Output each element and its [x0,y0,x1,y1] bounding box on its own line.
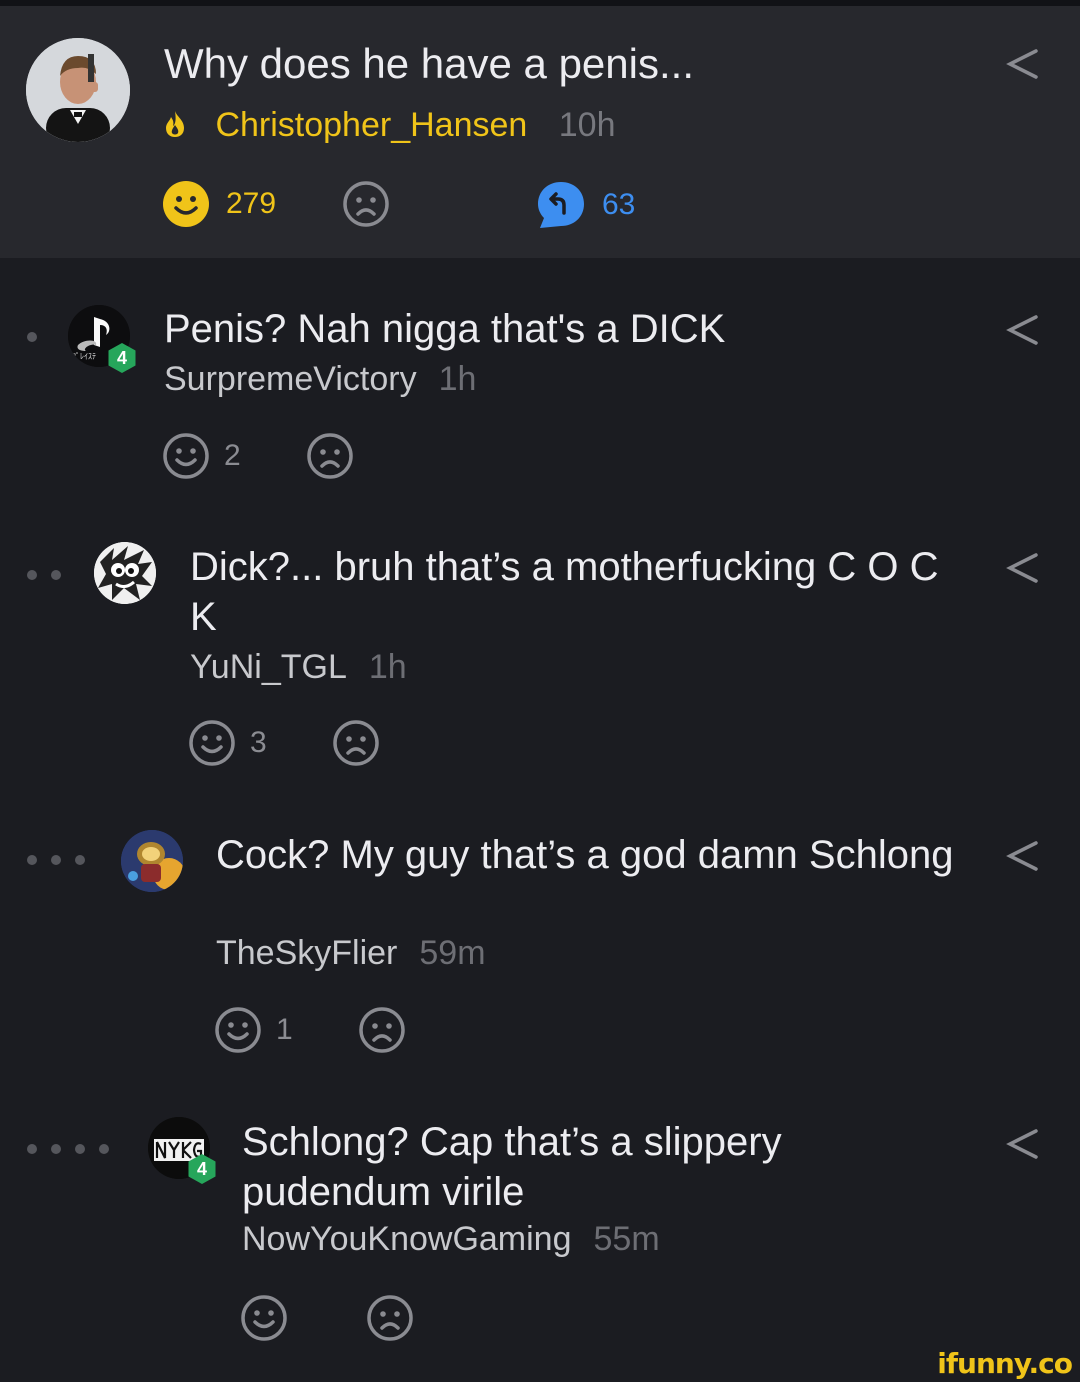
reply-button[interactable]: 63 [536,180,635,230]
comment-username[interactable]: NowYouKnowGaming [242,1220,572,1258]
smile-count: 2 [224,439,241,472]
smile-icon [241,1295,287,1341]
unsmile-icon [343,181,389,227]
post-author-line: Christopher_Hansen 10h [162,106,615,145]
post-time: 10h [558,106,616,144]
smile-icon [163,181,209,227]
share-icon[interactable] [1005,838,1041,874]
smile-button[interactable]: 1 [214,1006,293,1054]
unsmile-icon [359,1007,405,1053]
reply-bubble-icon [538,182,584,228]
thread-depth-dots [27,570,61,580]
smile-button[interactable] [240,1294,288,1342]
comment-username[interactable]: YuNi_TGL [190,648,347,686]
comment-2: Dick?... bruh that’s a motherfucking C O… [0,530,1080,790]
share-icon[interactable] [1005,1126,1041,1162]
smile-icon [215,1007,261,1053]
smile-icon [163,433,209,479]
smile-button[interactable]: 2 [162,432,241,480]
thread-depth-dots [27,1144,109,1154]
comment-text: Dick?... bruh that’s a motherfucking C O… [190,545,939,639]
unsmile-button[interactable] [358,1006,406,1054]
comment-time: 1h [368,648,407,686]
smile-count: 1 [276,1013,293,1046]
comment-text: Schlong? Cap that’s a slippery pudendum … [242,1120,782,1214]
comment-meta: SurpremeVictory 1h [164,360,476,399]
comment-text: Cock? My guy that’s a god damn Schlong [216,833,954,877]
smile-button[interactable]: 279 [162,180,276,228]
thread-depth-dots [27,855,85,865]
comment-meta: YuNi_TGL 1h [190,648,407,687]
unsmile-icon [333,720,379,766]
smile-count: 279 [226,187,277,220]
unsmile-icon [367,1295,413,1341]
unsmile-icon [307,433,353,479]
author-avatar[interactable] [26,38,130,142]
commenter-avatar[interactable] [121,830,183,892]
share-icon[interactable] [1005,312,1041,348]
comment-time: 1h [438,360,477,398]
smile-count: 3 [250,726,267,759]
unsmile-button[interactable] [366,1294,414,1342]
comment-3: Cock? My guy that’s a god damn Schlong T… [0,818,1080,1078]
comment-meta: NowYouKnowGaming 55m [242,1220,660,1259]
watermark: ifunny.co [937,1347,1073,1380]
post-author-name[interactable]: Christopher_Hansen [215,106,527,144]
reply-count: 63 [602,188,636,221]
commenter-avatar[interactable] [94,542,156,604]
comment-4: 4 Schlong? Cap that’s a slippery pudendu… [0,1106,1080,1366]
svg-text:ﾌﾟﾚｲｽﾃ: ﾌﾟﾚｲｽﾃ [72,352,96,361]
fire-icon [162,108,188,137]
smile-button[interactable]: 3 [188,719,267,767]
thread-depth-dots [27,332,37,342]
comment-meta: TheSkyFlier 59m [216,934,486,973]
unsmile-button[interactable] [342,180,390,228]
post-header: Why does he have a penis... Christopher_… [0,6,1080,258]
share-icon[interactable] [1005,46,1041,82]
unsmile-button[interactable] [332,719,380,767]
unsmile-button[interactable] [306,432,354,480]
comment-username[interactable]: TheSkyFlier [216,934,397,972]
comment-text: Penis? Nah nigga that's a DICK [164,307,726,351]
comment-time: 55m [593,1220,660,1258]
comment-time: 59m [419,934,486,972]
share-icon[interactable] [1005,550,1041,586]
comment-1: ﾌﾟﾚｲｽﾃ 4 Penis? Nah nigga that's a DICK … [0,290,1080,500]
comment-username[interactable]: SurpremeVictory [164,360,417,398]
smile-icon [189,720,235,766]
post-title: Why does he have a penis... [164,40,694,87]
